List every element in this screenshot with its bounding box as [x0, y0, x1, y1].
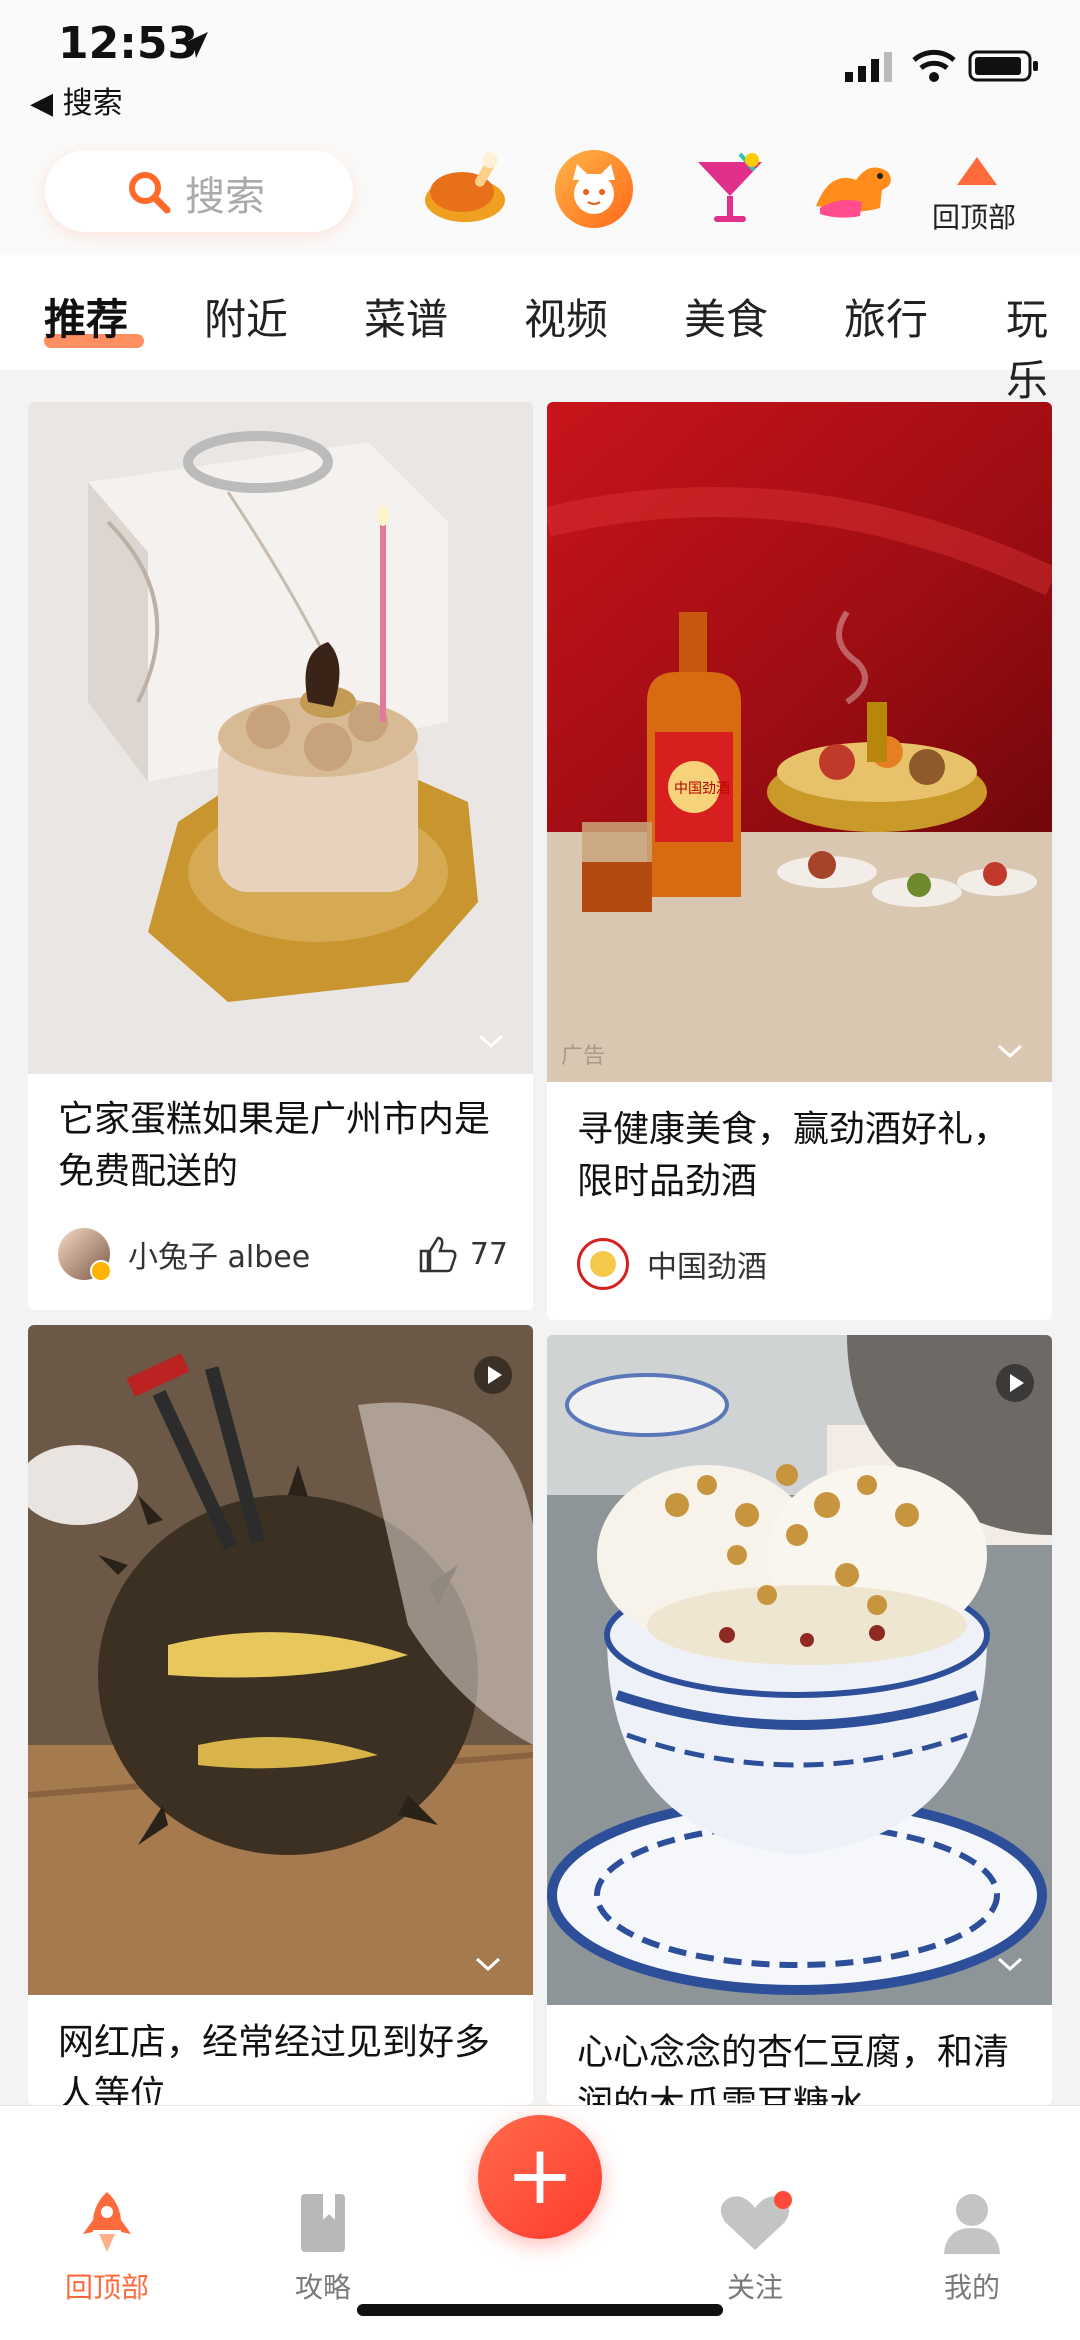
like-count: 77: [469, 1236, 508, 1272]
ad-label: 广告: [561, 1044, 606, 1069]
cocktail-icon[interactable]: [690, 150, 770, 230]
heart-icon: [720, 2191, 792, 2250]
nav-label: 回顶部: [64, 2271, 149, 2304]
card-meta: 中国劲酒: [577, 1238, 767, 1290]
video-play-icon[interactable]: [473, 1355, 513, 1395]
thumbs-up-icon[interactable]: [418, 1235, 458, 1273]
card-caption: 心心念念的杏仁豆腐，和清润的木瓜雪耳糖水: [577, 2032, 1010, 2105]
roast-chicken-icon[interactable]: [420, 148, 510, 228]
nav-label: 关注: [726, 2271, 783, 2304]
feed-card-durian[interactable]: 网红店，经常经过见到好多人等位: [28, 1325, 533, 2105]
search-icon: [129, 172, 171, 214]
user-icon: [944, 2194, 1000, 2254]
nav-following[interactable]: 关注: [695, 2190, 815, 2306]
card-meta: 小兔子 albee 77: [58, 1228, 508, 1282]
avatar[interactable]: [58, 1228, 112, 1282]
liquor-ad-photo: 中国劲酒: [547, 402, 1052, 1082]
nav-label: 攻略: [294, 2271, 351, 2304]
card-caption: 它家蛋糕如果是广州市内是免费配送的: [58, 1099, 491, 1192]
video-play-icon[interactable]: [995, 1363, 1035, 1403]
status-time: 12:53: [58, 18, 199, 69]
chevron-down-icon[interactable]: [995, 1955, 1025, 1975]
tab-recommend[interactable]: 推荐: [44, 286, 128, 347]
home-indicator: [357, 2304, 723, 2316]
tab-fun[interactable]: 玩乐: [1006, 286, 1080, 408]
brand-logo-icon[interactable]: [577, 1238, 629, 1290]
tab-nearby[interactable]: 附近: [204, 286, 288, 347]
search-box[interactable]: 搜索: [45, 150, 353, 232]
verified-badge-icon: [90, 1260, 112, 1282]
nav-label: 我的: [943, 2271, 1000, 2304]
plus-icon: +: [505, 2128, 575, 2223]
feed-card-ad[interactable]: 中国劲酒 广告 寻健康美食，赢劲酒好礼，限时品劲酒 中国劲酒: [547, 402, 1052, 1320]
bookmark-book-icon: [301, 2194, 345, 2252]
create-post-button[interactable]: +: [478, 2115, 602, 2239]
rocket-icon: [83, 2192, 131, 2252]
durian-photo: [28, 1325, 533, 1995]
notification-dot: [774, 2191, 792, 2209]
search-placeholder: 搜索: [185, 174, 265, 220]
battery-icon: [968, 50, 1038, 82]
chevron-down-icon[interactable]: [995, 1042, 1025, 1062]
nav-me[interactable]: 我的: [912, 2190, 1032, 2306]
back-to-search-link[interactable]: ◀ 搜索: [30, 78, 123, 122]
cake-photo: [28, 402, 533, 1074]
chevron-down-icon[interactable]: [473, 1955, 503, 1975]
author-name[interactable]: 中国劲酒: [647, 1242, 767, 1286]
chevron-down-icon[interactable]: [476, 1032, 506, 1052]
author-name[interactable]: 小兔子 albee: [128, 1232, 310, 1276]
back-to-top-label[interactable]: 回顶部: [932, 196, 1016, 236]
tab-food[interactable]: 美食: [684, 286, 768, 347]
nav-back-to-top[interactable]: 回顶部: [47, 2190, 167, 2306]
card-caption: 寻健康美食，赢劲酒好礼，限时品劲酒: [577, 1109, 1010, 1202]
signal-icon: [845, 52, 892, 82]
nav-guides[interactable]: 攻略: [263, 2190, 383, 2306]
feed-card-cake[interactable]: 它家蛋糕如果是广州市内是免费配送的 小兔子 albee 77: [28, 402, 533, 1310]
tab-recipes[interactable]: 菜谱: [364, 286, 448, 347]
tab-video[interactable]: 视频: [524, 286, 608, 347]
cat-mascot-icon[interactable]: [555, 150, 633, 228]
dessert-photo: [547, 1335, 1052, 2005]
wifi-icon: [912, 49, 956, 82]
camel-icon[interactable]: [810, 150, 900, 230]
card-caption: 网红店，经常经过见到好多人等位: [58, 2022, 491, 2105]
bottle-label: 中国劲酒: [674, 781, 730, 797]
tab-travel[interactable]: 旅行: [844, 286, 928, 347]
feed-card-almond-tofu[interactable]: 心心念念的杏仁豆腐，和清润的木瓜雪耳糖水: [547, 1335, 1052, 2105]
back-to-top-arrow-icon[interactable]: [955, 155, 999, 187]
location-arrow-icon: [182, 32, 208, 58]
